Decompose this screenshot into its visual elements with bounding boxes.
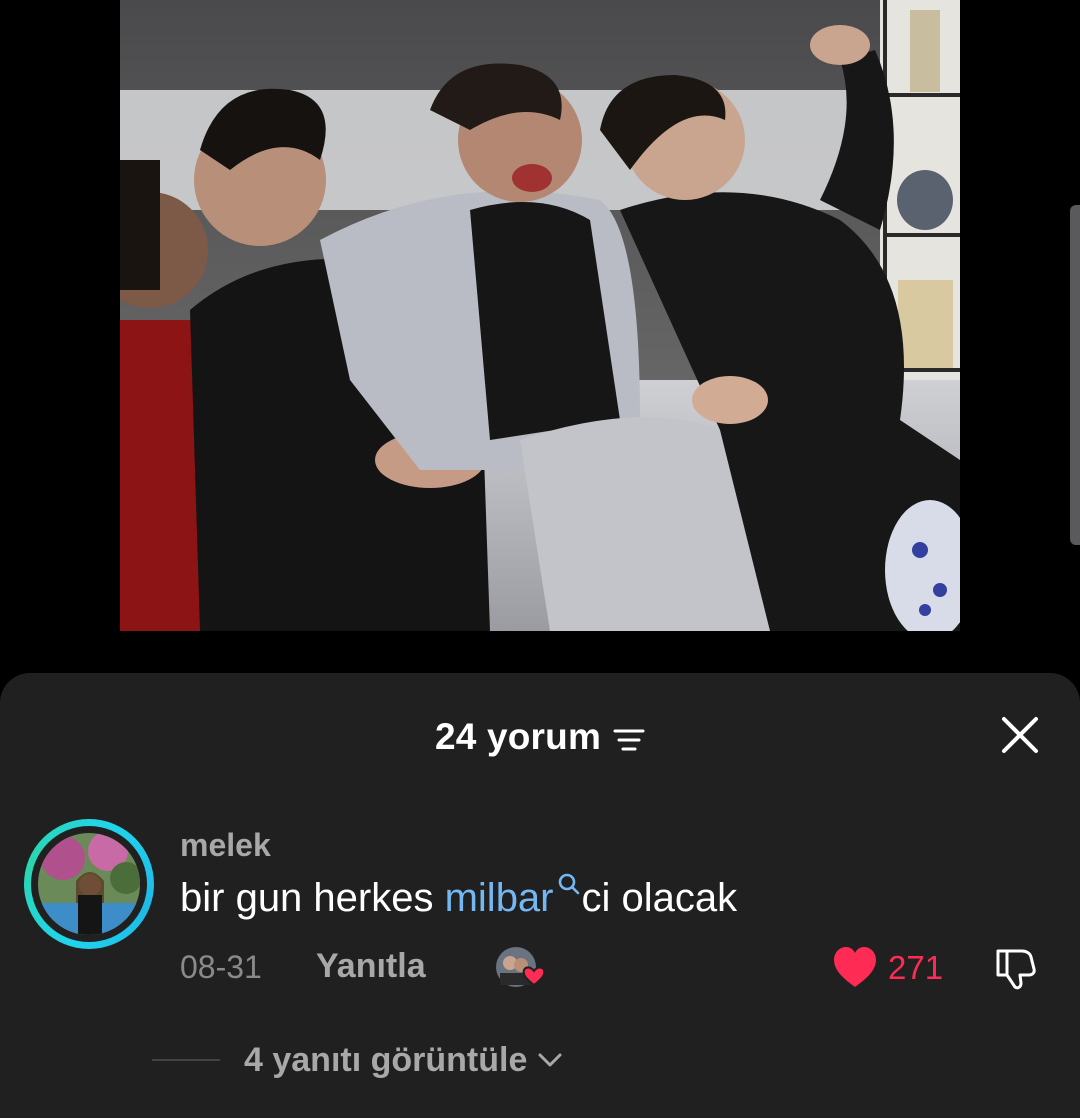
avatar-photo [38,833,140,935]
reply-button[interactable]: Yanıtla [316,947,426,986]
comments-screen: 24 yorum melek bir gun herkes milbar ci … [0,0,1080,1118]
view-replies-label: 4 yanıtı görüntüle [244,1040,528,1079]
creator-liked-icon [496,947,546,987]
comment-text-after: ci olacak [581,876,738,920]
comments-header: 24 yorum [0,713,1080,761]
heart-icon[interactable] [830,943,880,993]
comment-count-title: 24 yorum [434,716,602,757]
mention-link[interactable]: milbar [445,876,554,920]
close-icon[interactable] [1000,715,1040,755]
video-frame[interactable] [120,0,960,631]
avatar-inner [31,826,147,942]
sort-filter-icon[interactable] [613,727,645,753]
avatar[interactable] [24,819,154,949]
dislike-icon[interactable] [990,943,1040,993]
comment-item: melek bir gun herkes milbar ci olacak 08-… [0,813,1080,1003]
search-icon[interactable] [558,873,580,899]
comment-meta: 08-31 Yanıtla 271 [180,943,1060,993]
comment-text-before: bir gun herkes [180,876,445,920]
view-replies-button[interactable]: 4 yanıtı görüntüle [152,1038,563,1082]
replies-divider-line [152,1059,220,1061]
comment-date: 08-31 [180,949,262,985]
chevron-down-icon [538,1053,562,1067]
comment-text: bir gun herkes milbar ci olacak [180,873,737,921]
like-count: 271 [888,949,944,986]
comments-sheet: 24 yorum melek bir gun herkes milbar ci … [0,673,1080,1118]
scroll-indicator[interactable] [1070,205,1080,545]
comment-username[interactable]: melek [180,827,271,864]
video-image [120,0,960,631]
